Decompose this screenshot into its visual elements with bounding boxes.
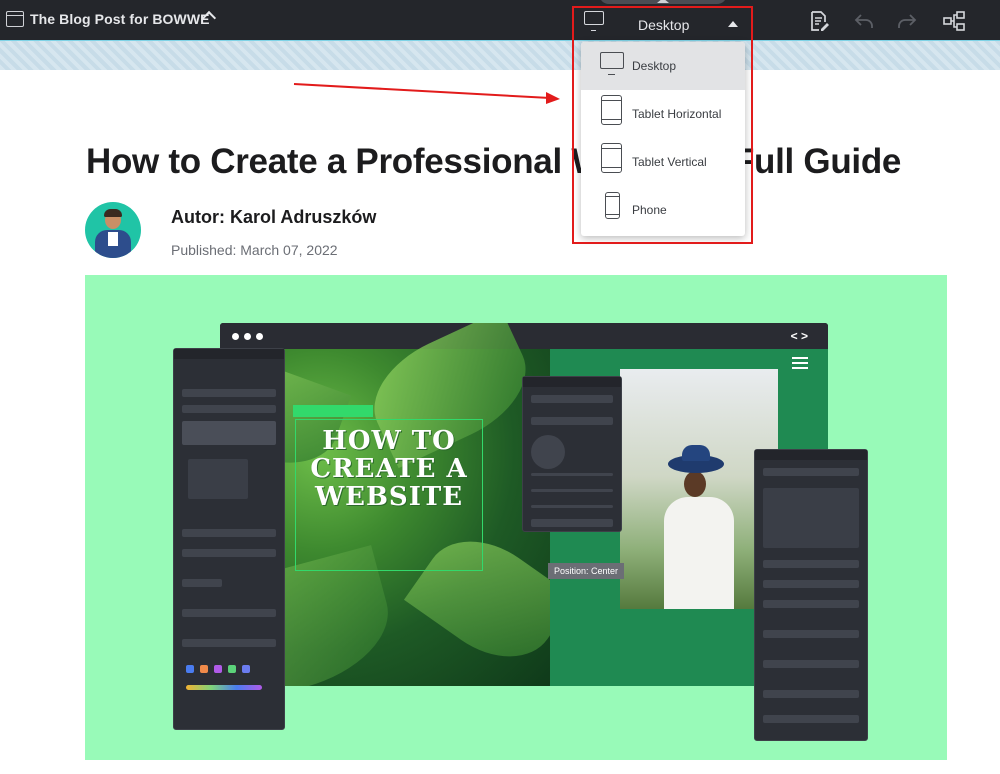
document-icon[interactable] [6,11,24,27]
panel-row [763,715,859,723]
edit-toolbar [293,405,373,417]
panel-row [182,405,276,413]
panel-row [182,579,222,587]
browser-dot [232,333,239,340]
swatch [200,665,208,673]
editor-panel-left [173,348,285,730]
panel-slider [531,489,613,492]
panel-row [763,600,859,608]
undo-icon[interactable] [853,10,875,32]
panel-row [182,549,276,557]
panel-row [763,660,859,668]
canvas-top-strip [0,40,1000,70]
swatch [228,665,236,673]
panel-row [531,417,613,425]
browser-dot [244,333,251,340]
panel-row [182,639,276,647]
panel-header [174,349,284,359]
avatar-body [95,230,131,258]
swatch [186,665,194,673]
hero-image[interactable]: < > HOW TO CREATE A WEBSITE Position: Ce… [85,275,947,760]
panel-slider [531,473,613,476]
panel-header [523,377,621,387]
photo-hat [668,445,724,473]
position-label: Position: Center [548,563,625,579]
panel-row [182,609,276,617]
photo-face [684,471,706,497]
gradient-bar [186,685,262,690]
photo-shirt [664,497,734,609]
article-title[interactable]: How to Create a Professional Website - F… [86,142,901,182]
swatch [214,665,222,673]
sitemap-icon[interactable] [943,10,965,32]
panel-row [182,529,276,537]
panel-row [182,389,276,397]
avatar-hair [104,209,122,217]
red-arrow-icon [293,83,560,104]
swatch [242,665,250,673]
redo-icon[interactable] [896,10,918,32]
published-date[interactable]: Published: March 07, 2022 [171,242,338,258]
panel-spacing-box [763,488,859,548]
browser-dot [256,333,263,340]
hero-headline: HOW TO CREATE A WEBSITE [310,426,468,512]
panel-row [763,560,859,568]
author-avatar[interactable] [85,202,141,258]
panel-row [182,421,276,445]
browser-bar: < > [220,323,828,349]
red-highlight-box [572,6,753,244]
author-name[interactable]: Autor: Karol Adruszków [171,207,376,228]
panel-slider [531,505,613,508]
page-title[interactable]: The Blog Post for BOWWE [30,11,210,27]
panel-row [763,630,859,638]
panel-row [763,468,859,476]
code-brackets-icon: < > [790,329,808,343]
panel-image-box [188,459,248,499]
panel-header [755,450,867,460]
panel-row [531,519,613,527]
hamburger-icon [792,357,808,369]
panel-row [763,580,859,588]
editor-panel-right [754,449,868,741]
panel-dial [531,435,565,469]
editor-panel-shadow [522,376,622,532]
edit-document-icon[interactable] [808,10,830,32]
panel-row [531,395,613,403]
panel-row [763,690,859,698]
editor-toolbar: The Blog Post for BOWWE Desktop [0,0,1000,40]
